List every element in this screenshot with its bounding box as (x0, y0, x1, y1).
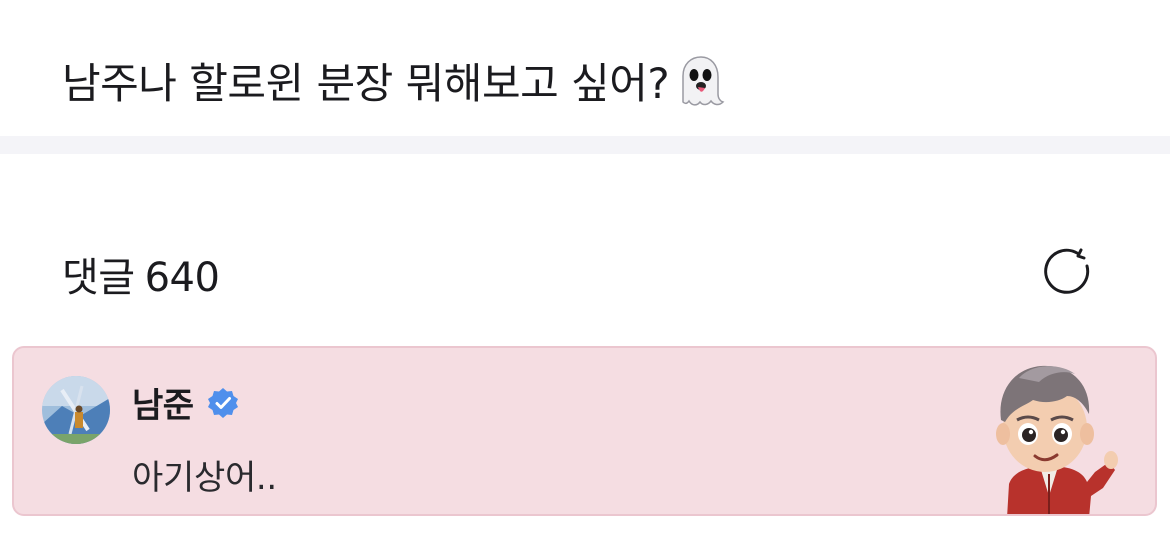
author-row: 남준 (132, 378, 240, 427)
comments-label: 댓글 (62, 255, 135, 301)
comment-card[interactable]: 남준 아기상어.. (12, 346, 1157, 516)
comments-header: 댓글 640 (62, 245, 220, 303)
comment-body: 아기상어.. (132, 458, 277, 498)
author-name[interactable]: 남준 (132, 378, 194, 427)
refresh-icon (1044, 248, 1090, 294)
verified-badge-icon (206, 386, 240, 420)
character-sticker (979, 356, 1119, 514)
comments-count: 640 (144, 255, 220, 301)
post-text: 남주나 할로윈 분장 뭐해보고 싶어? (62, 50, 729, 111)
refresh-button[interactable] (1038, 242, 1098, 302)
avatar[interactable] (42, 376, 110, 444)
section-divider (0, 136, 1170, 154)
post-text-content: 남주나 할로윈 분장 뭐해보고 싶어? (62, 59, 670, 108)
post-screen: 남주나 할로윈 분장 뭐해보고 싶어? 댓글 640 남준 아기상어.. (0, 0, 1170, 545)
ghost-icon (671, 52, 729, 110)
